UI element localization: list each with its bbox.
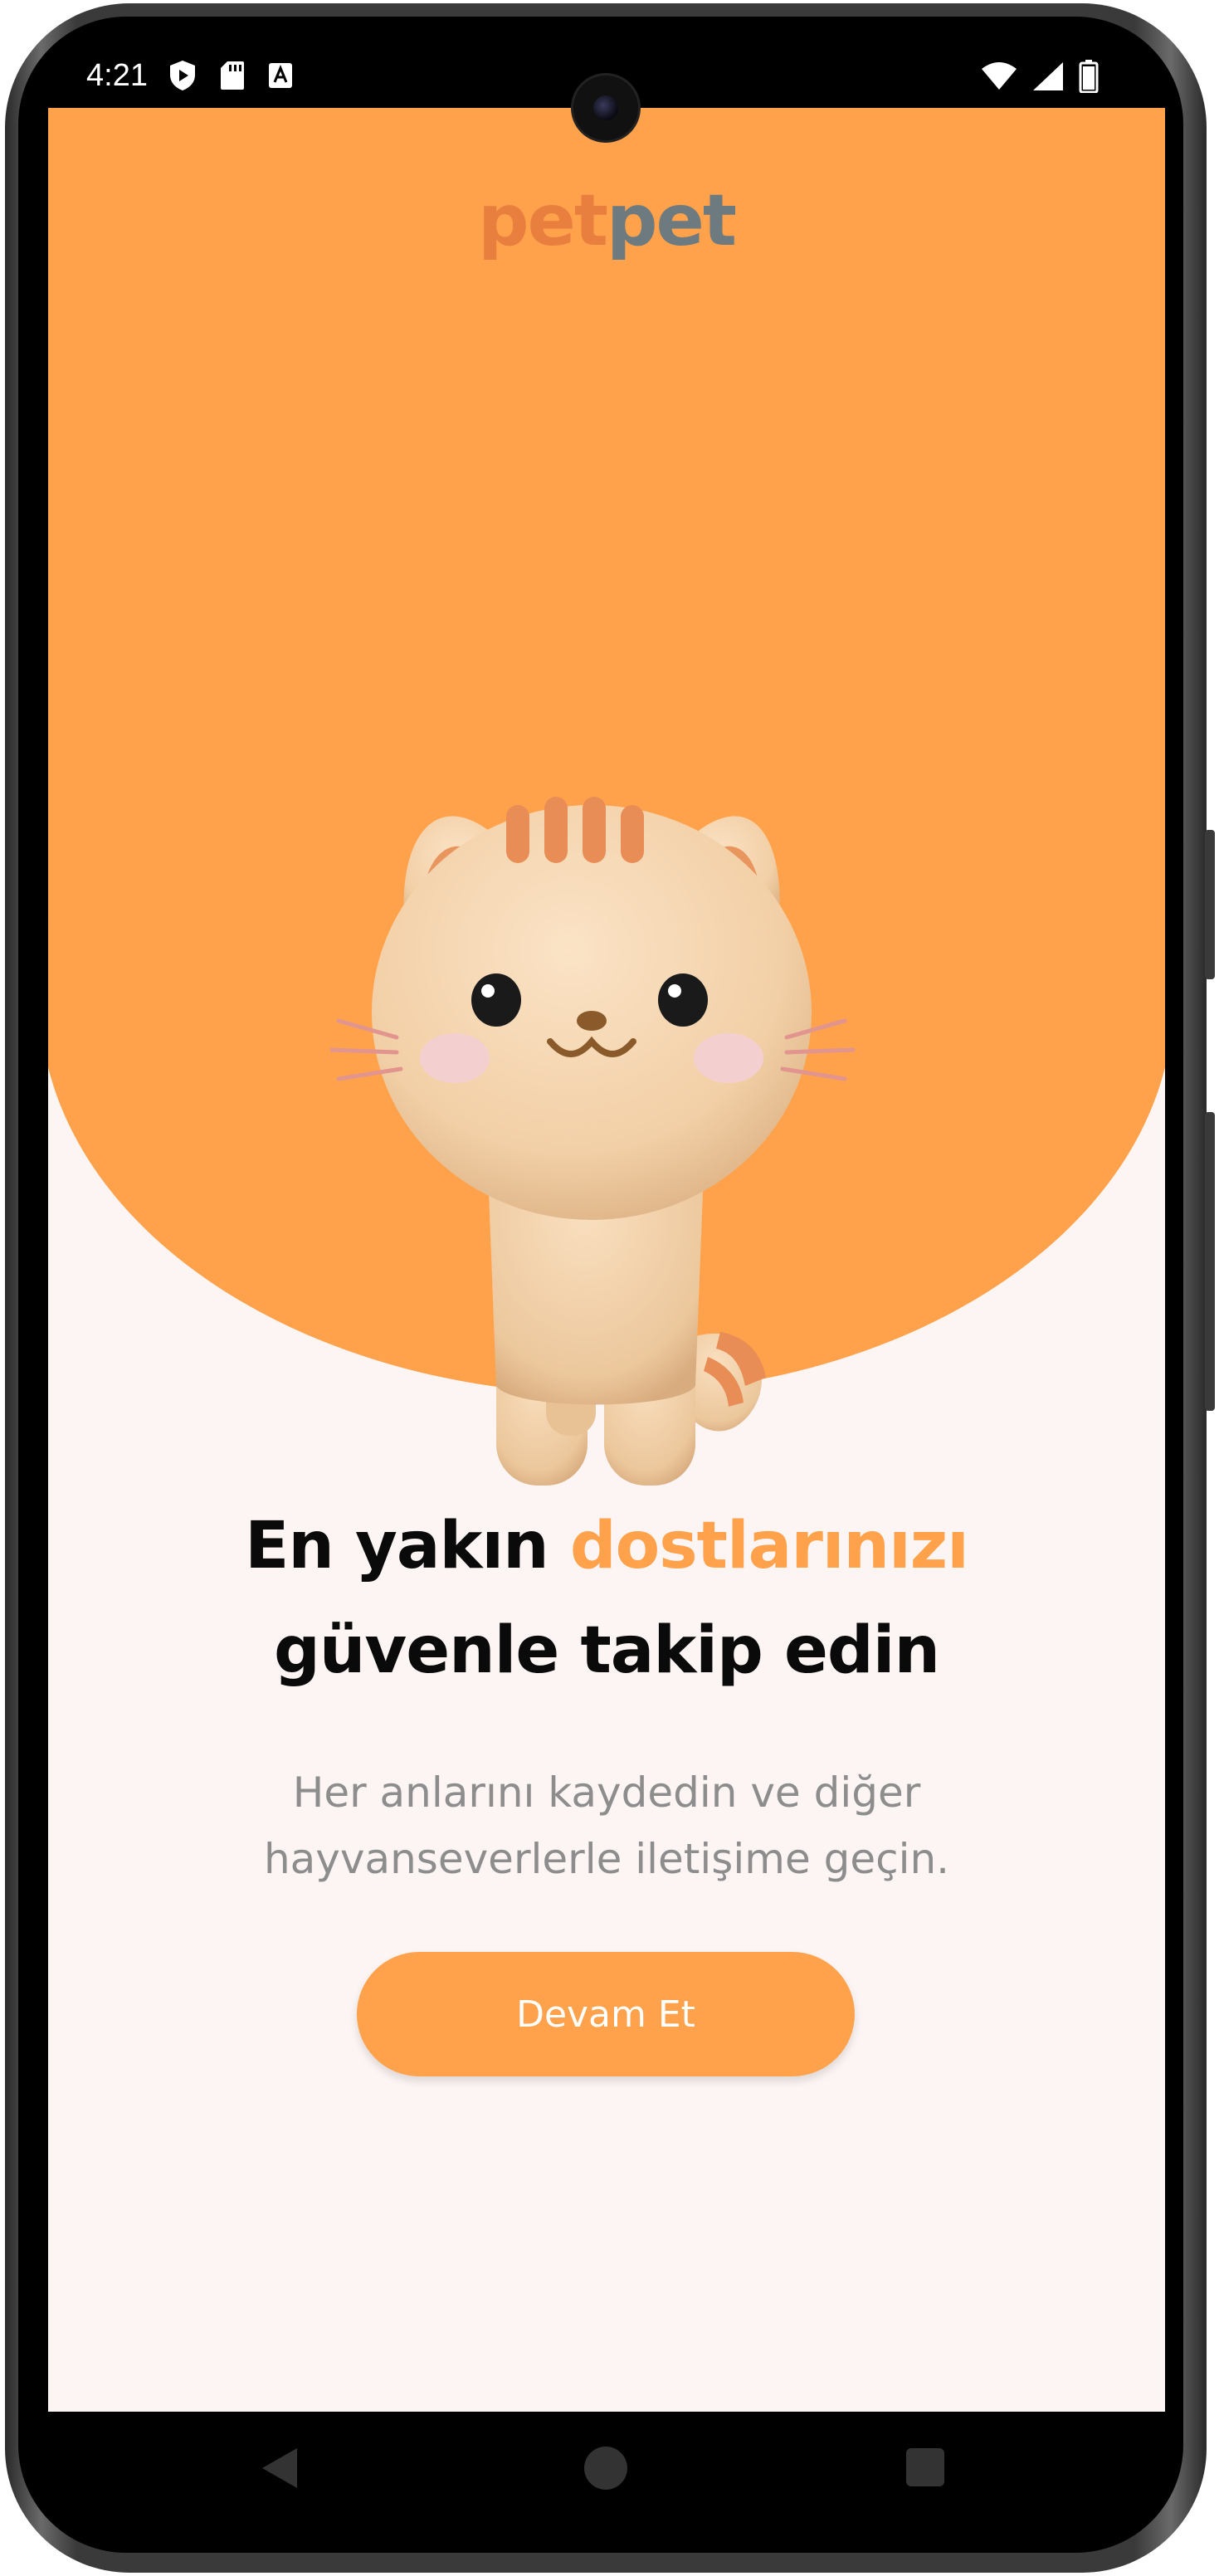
headline-line-1: En yakın dostlarınızı xyxy=(48,1494,1165,1598)
status-icons-right xyxy=(981,60,1099,93)
app-screen: petpet En yakın dostlarınızı güvenle tak… xyxy=(48,108,1165,2412)
back-icon[interactable] xyxy=(262,2448,297,2488)
battery-icon xyxy=(1079,60,1099,93)
subtitle: Her anlarını kaydedin ve diğer hayvansev… xyxy=(48,1759,1165,1892)
wifi-icon xyxy=(982,62,1017,90)
volume-button xyxy=(1205,830,1215,979)
cell-signal-icon xyxy=(1033,62,1063,90)
logo-part-1: pet xyxy=(478,179,608,262)
status-time: 4:21 xyxy=(86,58,148,93)
power-button xyxy=(1205,1112,1215,1411)
subtitle-line-1: Her anlarını kaydedin ve diğer xyxy=(292,1769,921,1817)
recents-icon[interactable] xyxy=(906,2448,944,2486)
status-icons-left xyxy=(168,60,293,91)
sd-card-icon xyxy=(221,61,244,90)
navigation-bar xyxy=(48,2412,1165,2536)
front-camera xyxy=(571,73,641,143)
cat-illustration xyxy=(330,797,856,1486)
a-box-icon xyxy=(269,63,292,88)
headline-text: En yakın xyxy=(245,1509,570,1583)
headline-line-2: güvenle takip edin xyxy=(274,1613,940,1688)
subtitle-line-2: hayvanseverlerle iletişime geçin. xyxy=(263,1835,950,1883)
app-logo: petpet xyxy=(48,179,1165,262)
headline-accent: dostlarınızı xyxy=(569,1509,969,1583)
home-icon[interactable] xyxy=(584,2447,627,2490)
continue-button[interactable]: Devam Et xyxy=(357,1952,855,2076)
logo-part-2: pet xyxy=(607,179,737,262)
headline: En yakın dostlarınızı güvenle takip edin xyxy=(48,1494,1165,1703)
shield-play-icon xyxy=(170,61,195,90)
phone-frame: petpet En yakın dostlarınızı güvenle tak… xyxy=(0,0,1219,2576)
